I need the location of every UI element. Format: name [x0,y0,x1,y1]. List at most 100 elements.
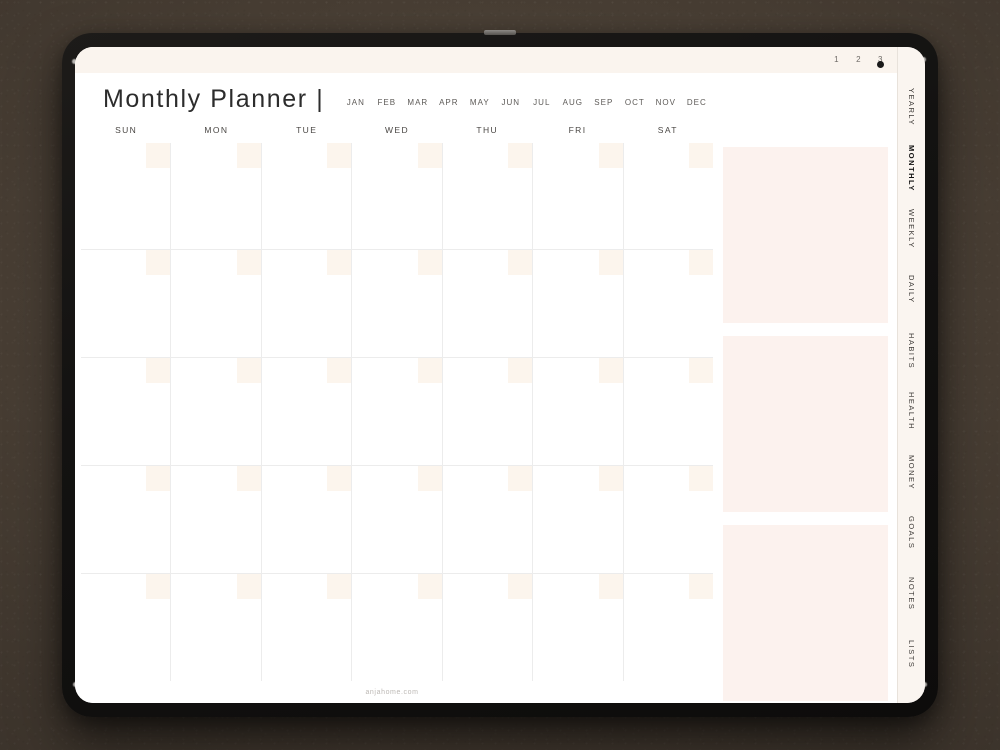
calendar-day-cell[interactable] [260,574,352,682]
calendar-day-cell[interactable] [351,466,442,574]
calendar-day-cell[interactable] [441,466,533,574]
date-number-box[interactable] [508,142,533,168]
date-number-box[interactable] [236,250,261,276]
calendar-day-cell[interactable] [260,358,352,466]
page-indicator-dot[interactable] [877,61,884,68]
calendar-day-cell[interactable] [351,250,442,358]
calendar-day-cell[interactable] [351,574,442,682]
date-number-box[interactable] [236,574,261,600]
month-tab-jun[interactable]: JUN [495,97,526,109]
date-number-box[interactable] [688,358,713,384]
date-number-box[interactable] [236,142,261,168]
calendar-day-cell[interactable] [170,574,261,682]
month-tab-oct[interactable]: OCT [619,97,650,109]
calendar-day-cell[interactable] [351,142,442,250]
date-number-box[interactable] [146,358,171,384]
date-number-box[interactable] [598,250,623,276]
date-number-box[interactable] [598,142,623,168]
power-button[interactable] [484,30,516,35]
date-number-box[interactable] [146,466,171,492]
calendar-day-cell[interactable] [622,142,713,250]
calendar-day-cell[interactable] [81,574,171,681]
date-number-box[interactable] [236,358,261,384]
date-number-box[interactable] [417,574,442,600]
month-tab-aug[interactable]: AUG [557,97,588,109]
month-tab-jul[interactable]: JUL [526,97,557,109]
calendar-day-cell[interactable] [441,250,533,358]
calendar-day-cell[interactable] [260,250,352,358]
date-number-box[interactable] [417,466,442,492]
date-number-box[interactable] [327,142,352,168]
date-number-box[interactable] [508,250,533,276]
date-number-box[interactable] [417,358,442,384]
sidebar-item-weekly[interactable]: WEEKLY [898,199,925,260]
month-tab-nov[interactable]: NOV [650,97,681,109]
sidebar-item-lists[interactable]: LISTS [898,624,925,685]
date-number-box[interactable] [146,142,171,168]
sidebar-item-monthly[interactable]: MONTHLY [898,138,925,199]
calendar-day-cell[interactable] [622,574,713,682]
month-tab-may[interactable]: MAY [464,97,495,109]
page-number-2[interactable]: 2 [856,56,861,64]
month-tab-sep[interactable]: SEP [588,97,619,109]
month-tab-apr[interactable]: APR [433,97,464,109]
note-box-3[interactable] [723,524,888,701]
date-number-box[interactable] [508,466,533,492]
planner-page: 1 2 3 Monthly Planner | JAN FEB MAR APR … [75,47,897,703]
date-number-box[interactable] [688,466,713,492]
sidebar-item-health[interactable]: HEALTH [898,381,925,442]
calendar-day-cell[interactable] [441,142,533,250]
calendar-day-cell[interactable] [81,250,171,357]
date-number-box[interactable] [508,358,533,384]
date-number-box[interactable] [508,574,533,600]
calendar-day-cell[interactable] [170,142,261,250]
date-number-box[interactable] [327,466,352,492]
date-number-box[interactable] [417,250,442,276]
calendar-day-cell[interactable] [81,466,171,573]
calendar-day-cell[interactable] [532,574,623,682]
date-number-box[interactable] [327,250,352,276]
calendar-day-cell[interactable] [532,250,623,358]
calendar-day-cell[interactable] [260,142,352,250]
page-number-1[interactable]: 1 [834,56,839,64]
date-number-box[interactable] [598,574,623,600]
calendar-day-cell[interactable] [351,358,442,466]
month-tab-jan[interactable]: JAN [340,97,371,109]
calendar-day-cell[interactable] [532,142,623,250]
sidebar-item-yearly[interactable]: YEARLY [898,77,925,138]
sidebar-item-money[interactable]: MONEY [898,442,925,503]
calendar-day-cell[interactable] [441,358,533,466]
date-number-box[interactable] [417,142,442,168]
date-number-box[interactable] [327,574,352,600]
calendar-day-cell[interactable] [532,466,623,574]
calendar-day-cell[interactable] [260,466,352,574]
date-number-box[interactable] [688,574,713,600]
calendar-day-cell[interactable] [170,250,261,358]
sidebar-item-notes[interactable]: NOTES [898,563,925,624]
calendar-day-cell[interactable] [622,250,713,358]
note-box-1[interactable] [723,146,888,323]
note-box-2[interactable] [723,335,888,512]
date-number-box[interactable] [146,574,171,600]
calendar-day-cell[interactable] [532,358,623,466]
month-tab-feb[interactable]: FEB [371,97,402,109]
month-tab-mar[interactable]: MAR [402,97,433,109]
date-number-box[interactable] [236,466,261,492]
date-number-box[interactable] [327,358,352,384]
calendar-day-cell[interactable] [81,358,171,465]
calendar-day-cell[interactable] [622,358,713,466]
sidebar-item-goals[interactable]: GOALS [898,503,925,564]
calendar-day-cell[interactable] [441,574,533,682]
calendar-day-cell[interactable] [170,466,261,574]
date-number-box[interactable] [598,466,623,492]
calendar-day-cell[interactable] [622,466,713,574]
date-number-box[interactable] [688,250,713,276]
calendar-day-cell[interactable] [81,142,171,250]
calendar-day-cell[interactable] [170,358,261,466]
date-number-box[interactable] [688,142,713,168]
sidebar-item-daily[interactable]: DAILY [898,259,925,320]
date-number-box[interactable] [146,250,171,276]
month-tab-dec[interactable]: DEC [681,97,712,109]
date-number-box[interactable] [598,358,623,384]
sidebar-item-habits[interactable]: HABITS [898,320,925,381]
